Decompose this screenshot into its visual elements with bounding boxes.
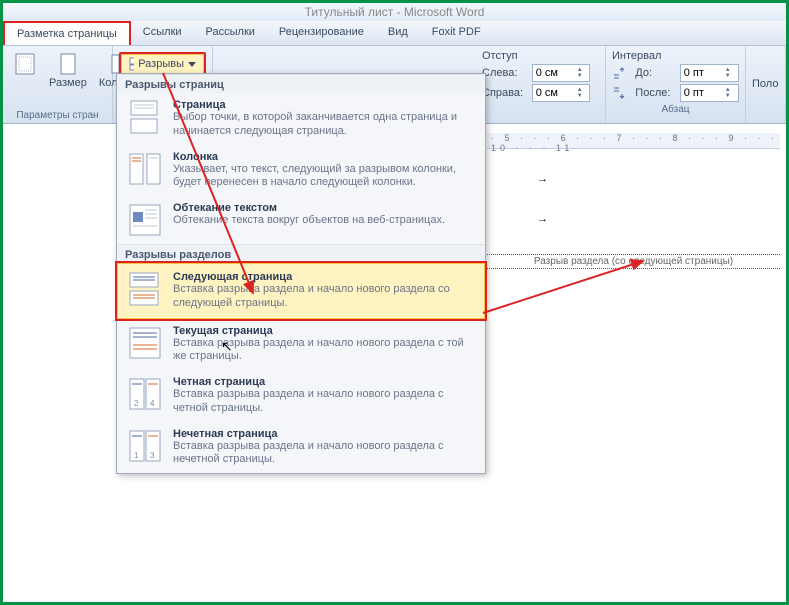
tab-mailings[interactable]: Рассылки — [194, 21, 267, 45]
group-label-paragraph: Абзац — [612, 102, 739, 115]
tab-view[interactable]: Вид — [376, 21, 420, 45]
indent-right-input[interactable]: ▲▼ — [532, 84, 591, 102]
tab-review[interactable]: Рецензирование — [267, 21, 376, 45]
section-break-marker: Разрыв раздела (со следующей страницы) — [487, 254, 780, 269]
ribbon-group-page-setup: я Размер Колонки Параметры стран — [3, 46, 113, 123]
break-next-page-item[interactable]: Следующая страница Вставка разрыва разде… — [115, 261, 487, 321]
item-title: Колонка — [173, 151, 475, 163]
breaks-icon — [129, 57, 134, 71]
column-break-icon — [127, 151, 163, 187]
text-wrap-icon — [127, 202, 163, 238]
item-title: Следующая страница — [173, 271, 475, 283]
item-desc: Вставка разрыва раздела и начало нового … — [173, 388, 475, 416]
ribbon-group-truncated: Поло — [746, 46, 786, 123]
break-column-item[interactable]: Колонка Указывает, что текст, следующий … — [117, 145, 485, 197]
item-desc: Вставка разрыва раздела и начало нового … — [173, 440, 475, 468]
dropdown-section-page-breaks: Разрывы страниц — [117, 74, 485, 93]
ruler[interactable]: · 5 · · · 6 · · · 7 · · · 8 · · · 9 · · … — [487, 133, 780, 149]
indent-left-label: Слева: — [482, 67, 528, 79]
size-icon — [56, 52, 80, 76]
tab-foxit-pdf[interactable]: Foxit PDF — [420, 21, 493, 45]
spacing-after-input[interactable]: ▲▼ — [680, 84, 739, 102]
item-title: Страница — [173, 99, 475, 111]
continuous-icon — [127, 325, 163, 361]
spacing-after-icon — [612, 86, 626, 100]
break-page-item[interactable]: Страница Выбор точки, в которой заканчив… — [117, 93, 485, 145]
break-continuous-item[interactable]: Текущая страница Вставка разрыва раздела… — [117, 319, 485, 371]
margins-icon — [13, 52, 37, 76]
document-area[interactable]: · 5 · · · 6 · · · 7 · · · 8 · · · 9 · · … — [487, 133, 780, 596]
break-textwrap-item[interactable]: Обтекание текстом Обтекание текста вокру… — [117, 196, 485, 244]
item-title: Нечетная страница — [173, 428, 475, 440]
item-title: Текущая страница — [173, 325, 475, 337]
ribbon-tabs: Разметка страницы Ссылки Рассылки Реценз… — [3, 21, 786, 46]
tab-page-layout[interactable]: Разметка страницы — [3, 21, 131, 45]
size-button[interactable]: Размер — [45, 50, 91, 91]
cursor-icon: ↖ — [221, 338, 233, 355]
svg-text:2: 2 — [134, 399, 139, 408]
item-desc: Вставка разрыва раздела и начало нового … — [173, 283, 475, 311]
window-title: Титульный лист - Microsoft Word — [305, 5, 485, 19]
margins-button[interactable]: я — [9, 50, 41, 91]
indent-header: Отступ — [482, 50, 599, 62]
page-break-icon — [127, 99, 163, 135]
spacing-before-label: До: — [635, 67, 675, 79]
group-label-page-setup: Параметры стран — [9, 108, 106, 121]
spacing-header: Интервал — [612, 50, 739, 62]
svg-text:4: 4 — [150, 399, 155, 408]
svg-text:3: 3 — [150, 451, 155, 460]
breaks-dropdown: Разрывы страниц Страница Выбор точки, в … — [116, 73, 486, 474]
tab-marker-icon: → — [537, 173, 548, 185]
title-bar: Титульный лист - Microsoft Word — [3, 3, 786, 21]
spacing-before-input[interactable]: ▲▼ — [680, 64, 739, 82]
item-desc: Вставка разрыва раздела и начало нового … — [173, 337, 475, 365]
item-desc: Выбор точки, в которой заканчивается одн… — [173, 111, 475, 139]
even-page-icon: 24 — [127, 376, 163, 412]
indent-left-input[interactable]: ▲▼ — [532, 64, 591, 82]
item-desc: Обтекание текста вокруг объектов на веб-… — [173, 214, 475, 228]
item-title: Четная страница — [173, 376, 475, 388]
chevron-down-icon — [188, 62, 196, 67]
app-frame: Титульный лист - Microsoft Word Разметка… — [0, 0, 789, 605]
tab-references[interactable]: Ссылки — [131, 21, 194, 45]
ribbon-group-spacing: Интервал До: ▲▼ После: ▲▼ Абзац — [606, 46, 746, 123]
spacing-after-label: После: — [635, 87, 675, 99]
item-title: Обтекание текстом — [173, 202, 475, 214]
svg-text:1: 1 — [134, 451, 139, 460]
break-odd-page-item[interactable]: 13 Нечетная страница Вставка разрыва раз… — [117, 422, 485, 474]
indent-right-label: Справа: — [482, 87, 528, 99]
spacing-before-icon — [612, 66, 626, 80]
next-page-icon — [127, 271, 163, 307]
odd-page-icon: 13 — [127, 428, 163, 464]
break-even-page-item[interactable]: 24 Четная страница Вставка разрыва разде… — [117, 370, 485, 422]
ribbon-group-indent: Отступ Слева: ▲▼ Справа: ▲▼ — [476, 46, 606, 123]
item-desc: Указывает, что текст, следующий за разры… — [173, 163, 475, 191]
tab-marker-icon: → — [537, 213, 548, 225]
truncated-label: Поло — [752, 78, 779, 90]
